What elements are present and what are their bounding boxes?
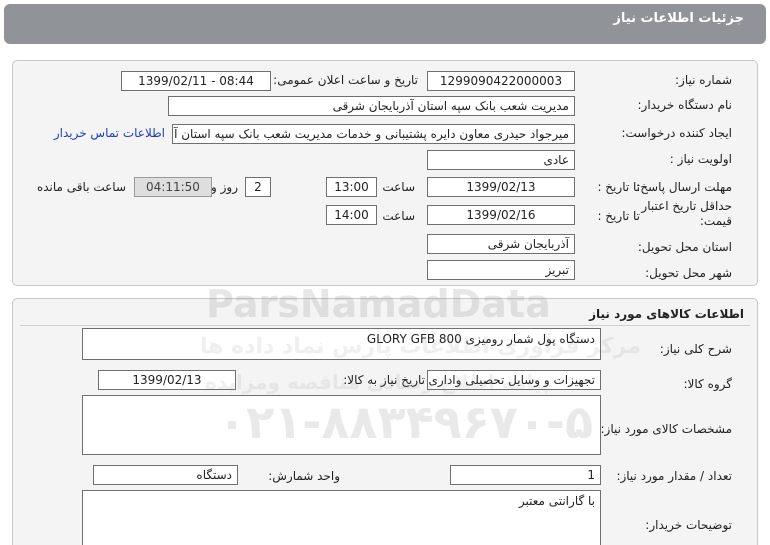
need-number-label: شماره نیاز: bbox=[675, 73, 732, 87]
price-validity-label-2: قیمت: bbox=[699, 214, 732, 228]
response-deadline-label: مهلت ارسال پاسخ: bbox=[636, 180, 732, 194]
remaining-days-field: 2 bbox=[245, 177, 271, 197]
announce-datetime-field: 1399/02/11 - 08:44 bbox=[121, 71, 271, 91]
validity-to-date-label: تا تاریخ : bbox=[597, 209, 640, 223]
unit-field: دستگاه bbox=[93, 465, 238, 485]
days-label: روز و bbox=[211, 180, 238, 194]
priority-label: اولویت نیاز : bbox=[669, 152, 732, 166]
goods-section-title: اطلاعات کالاهای مورد نیاز bbox=[589, 307, 744, 321]
response-time-label: ساعت bbox=[382, 180, 415, 194]
quantity-field: 1 bbox=[450, 465, 601, 485]
response-time-field: 13:00 bbox=[326, 177, 377, 197]
page-title: جزئیات اطلاعات نیاز bbox=[613, 11, 744, 26]
response-to-date-label: تا تاریخ : bbox=[597, 180, 640, 194]
buyer-notes-label: توضیحات خریدار: bbox=[645, 518, 732, 532]
goods-group-label: گروه کالا: bbox=[683, 377, 733, 391]
goods-section-divider bbox=[20, 325, 750, 326]
quantity-label: تعداد / مقدار مورد نیاز: bbox=[616, 469, 732, 483]
announce-datetime-label: تاریخ و ساعت اعلان عمومی: bbox=[273, 73, 418, 87]
requester-field: میرجواد حیدری معاون دایره پشتیبانی و خدم… bbox=[172, 124, 575, 144]
buyer-org-field: مدیریت شعب بانک سپه استان آذربایجان شرقی bbox=[168, 96, 575, 116]
delivery-province-label: استان محل تحویل: bbox=[637, 240, 732, 254]
specs-label: مشخصات کالای مورد نیاز: bbox=[600, 422, 732, 436]
price-validity-label: حداقل تاریخ اعتبار bbox=[641, 199, 732, 213]
validity-time-field: 14:00 bbox=[326, 205, 377, 225]
remaining-time-field: 04:11:50 bbox=[134, 177, 212, 197]
requester-label: ایجاد کننده درخواست: bbox=[621, 126, 732, 140]
delivery-city-label: شهر محل تحویل: bbox=[645, 266, 732, 280]
delivery-province-field: آذربایجان شرقی bbox=[427, 234, 575, 254]
need-date-field: 1399/02/13 bbox=[98, 370, 236, 390]
validity-time-label: ساعت bbox=[382, 209, 415, 223]
goods-group-field: تجهیزات و وسایل تحصیلی واداری bbox=[427, 370, 601, 390]
specs-field bbox=[82, 395, 601, 455]
buyer-org-label: نام دستگاه خریدار: bbox=[637, 98, 733, 112]
need-date-label: تاریخ نیاز به کالا: bbox=[343, 373, 425, 387]
response-date-field: 1399/02/13 bbox=[427, 177, 575, 197]
buyer-contact-link[interactable]: اطلاعات تماس خریدار bbox=[54, 126, 165, 140]
general-desc-field: دستگاه پول شمار رومیزی GLORY GFB 800 bbox=[82, 328, 601, 360]
unit-label: واحد شمارش: bbox=[268, 469, 340, 483]
buyer-notes-field: با گارانتی معتبر bbox=[82, 490, 601, 545]
delivery-city-field: تبریز bbox=[427, 260, 575, 280]
need-number-field: 1299090422000003 bbox=[427, 71, 575, 91]
validity-date-field: 1399/02/16 bbox=[427, 205, 575, 225]
remaining-time-label: ساعت باقی مانده bbox=[36, 180, 126, 194]
priority-field: عادی bbox=[427, 150, 575, 170]
general-desc-label: شرح کلی نیاز: bbox=[659, 342, 732, 356]
